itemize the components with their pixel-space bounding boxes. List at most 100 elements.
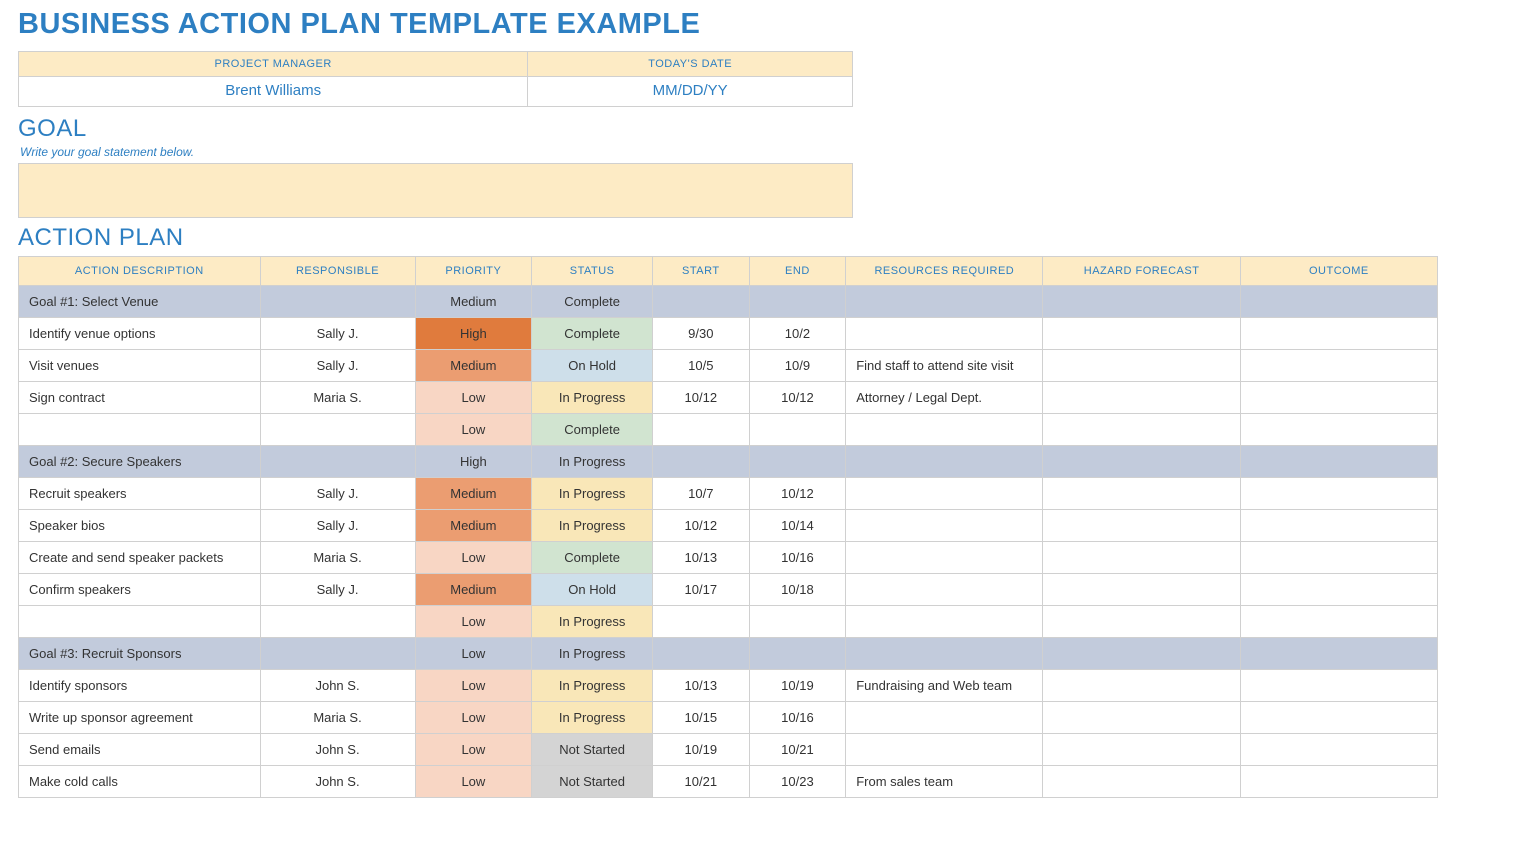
cell-start[interactable]: [653, 414, 750, 446]
cell-status[interactable]: In Progress: [532, 638, 653, 670]
cell-desc[interactable]: Create and send speaker packets: [19, 542, 261, 574]
cell-status[interactable]: Complete: [532, 286, 653, 318]
cell-status[interactable]: In Progress: [532, 670, 653, 702]
cell-hazard[interactable]: [1043, 446, 1240, 478]
cell-start[interactable]: 10/13: [653, 670, 750, 702]
cell-start[interactable]: [653, 446, 750, 478]
cell-priority[interactable]: Medium: [415, 350, 532, 382]
cell-resources[interactable]: [846, 606, 1043, 638]
cell-status[interactable]: Complete: [532, 414, 653, 446]
cell-priority[interactable]: Low: [415, 638, 532, 670]
cell-end[interactable]: 10/12: [749, 478, 846, 510]
cell-resp[interactable]: Sally J.: [260, 318, 415, 350]
cell-resources[interactable]: [846, 734, 1043, 766]
cell-start[interactable]: [653, 286, 750, 318]
cell-end[interactable]: 10/2: [749, 318, 846, 350]
cell-status[interactable]: In Progress: [532, 446, 653, 478]
cell-resp[interactable]: John S.: [260, 766, 415, 798]
cell-end[interactable]: [749, 286, 846, 318]
cell-resources[interactable]: [846, 510, 1043, 542]
date-value[interactable]: MM/DD/YY: [528, 77, 853, 107]
cell-hazard[interactable]: [1043, 542, 1240, 574]
cell-resp[interactable]: Sally J.: [260, 574, 415, 606]
cell-priority[interactable]: Low: [415, 382, 532, 414]
cell-resp[interactable]: Sally J.: [260, 510, 415, 542]
cell-status[interactable]: In Progress: [532, 478, 653, 510]
cell-desc[interactable]: Goal #1: Select Venue: [19, 286, 261, 318]
cell-end[interactable]: 10/21: [749, 734, 846, 766]
cell-desc[interactable]: [19, 414, 261, 446]
cell-resources[interactable]: [846, 318, 1043, 350]
cell-hazard[interactable]: [1043, 382, 1240, 414]
cell-end[interactable]: 10/16: [749, 542, 846, 574]
cell-hazard[interactable]: [1043, 350, 1240, 382]
cell-end[interactable]: 10/18: [749, 574, 846, 606]
cell-outcome[interactable]: [1240, 478, 1437, 510]
cell-desc[interactable]: Send emails: [19, 734, 261, 766]
cell-start[interactable]: 10/12: [653, 510, 750, 542]
cell-resources[interactable]: [846, 446, 1043, 478]
cell-outcome[interactable]: [1240, 670, 1437, 702]
cell-end[interactable]: 10/12: [749, 382, 846, 414]
cell-resp[interactable]: [260, 638, 415, 670]
cell-status[interactable]: Not Started: [532, 734, 653, 766]
cell-resources[interactable]: [846, 286, 1043, 318]
cell-start[interactable]: 10/15: [653, 702, 750, 734]
cell-outcome[interactable]: [1240, 734, 1437, 766]
cell-resp[interactable]: Sally J.: [260, 478, 415, 510]
cell-resp[interactable]: [260, 414, 415, 446]
cell-hazard[interactable]: [1043, 766, 1240, 798]
cell-desc[interactable]: Goal #3: Recruit Sponsors: [19, 638, 261, 670]
cell-resources[interactable]: Fundraising and Web team: [846, 670, 1043, 702]
cell-hazard[interactable]: [1043, 670, 1240, 702]
cell-end[interactable]: [749, 446, 846, 478]
cell-hazard[interactable]: [1043, 574, 1240, 606]
cell-resp[interactable]: Sally J.: [260, 350, 415, 382]
cell-outcome[interactable]: [1240, 638, 1437, 670]
cell-desc[interactable]: Confirm speakers: [19, 574, 261, 606]
cell-resp[interactable]: [260, 446, 415, 478]
cell-resp[interactable]: [260, 606, 415, 638]
cell-resp[interactable]: John S.: [260, 670, 415, 702]
cell-desc[interactable]: Make cold calls: [19, 766, 261, 798]
cell-end[interactable]: 10/14: [749, 510, 846, 542]
cell-desc[interactable]: Recruit speakers: [19, 478, 261, 510]
cell-desc[interactable]: Goal #2: Secure Speakers: [19, 446, 261, 478]
cell-start[interactable]: 10/21: [653, 766, 750, 798]
cell-resp[interactable]: Maria S.: [260, 702, 415, 734]
cell-desc[interactable]: Sign contract: [19, 382, 261, 414]
cell-status[interactable]: Not Started: [532, 766, 653, 798]
cell-end[interactable]: 10/23: [749, 766, 846, 798]
cell-outcome[interactable]: [1240, 446, 1437, 478]
cell-start[interactable]: 10/5: [653, 350, 750, 382]
cell-start[interactable]: 10/7: [653, 478, 750, 510]
cell-end[interactable]: 10/19: [749, 670, 846, 702]
cell-outcome[interactable]: [1240, 766, 1437, 798]
cell-hazard[interactable]: [1043, 606, 1240, 638]
cell-resources[interactable]: [846, 638, 1043, 670]
cell-outcome[interactable]: [1240, 350, 1437, 382]
cell-resources[interactable]: [846, 702, 1043, 734]
cell-status[interactable]: On Hold: [532, 574, 653, 606]
cell-start[interactable]: [653, 606, 750, 638]
cell-resp[interactable]: Maria S.: [260, 382, 415, 414]
cell-resources[interactable]: [846, 478, 1043, 510]
cell-status[interactable]: In Progress: [532, 702, 653, 734]
cell-desc[interactable]: Speaker bios: [19, 510, 261, 542]
cell-outcome[interactable]: [1240, 510, 1437, 542]
cell-resp[interactable]: John S.: [260, 734, 415, 766]
cell-desc[interactable]: Write up sponsor agreement: [19, 702, 261, 734]
cell-priority[interactable]: Low: [415, 766, 532, 798]
cell-priority[interactable]: Medium: [415, 286, 532, 318]
cell-priority[interactable]: Low: [415, 414, 532, 446]
cell-resp[interactable]: Maria S.: [260, 542, 415, 574]
cell-priority[interactable]: Low: [415, 702, 532, 734]
cell-desc[interactable]: Identify sponsors: [19, 670, 261, 702]
cell-status[interactable]: In Progress: [532, 606, 653, 638]
cell-end[interactable]: [749, 414, 846, 446]
cell-hazard[interactable]: [1043, 286, 1240, 318]
cell-priority[interactable]: Medium: [415, 478, 532, 510]
cell-resources[interactable]: [846, 542, 1043, 574]
cell-status[interactable]: Complete: [532, 318, 653, 350]
cell-desc[interactable]: Visit venues: [19, 350, 261, 382]
